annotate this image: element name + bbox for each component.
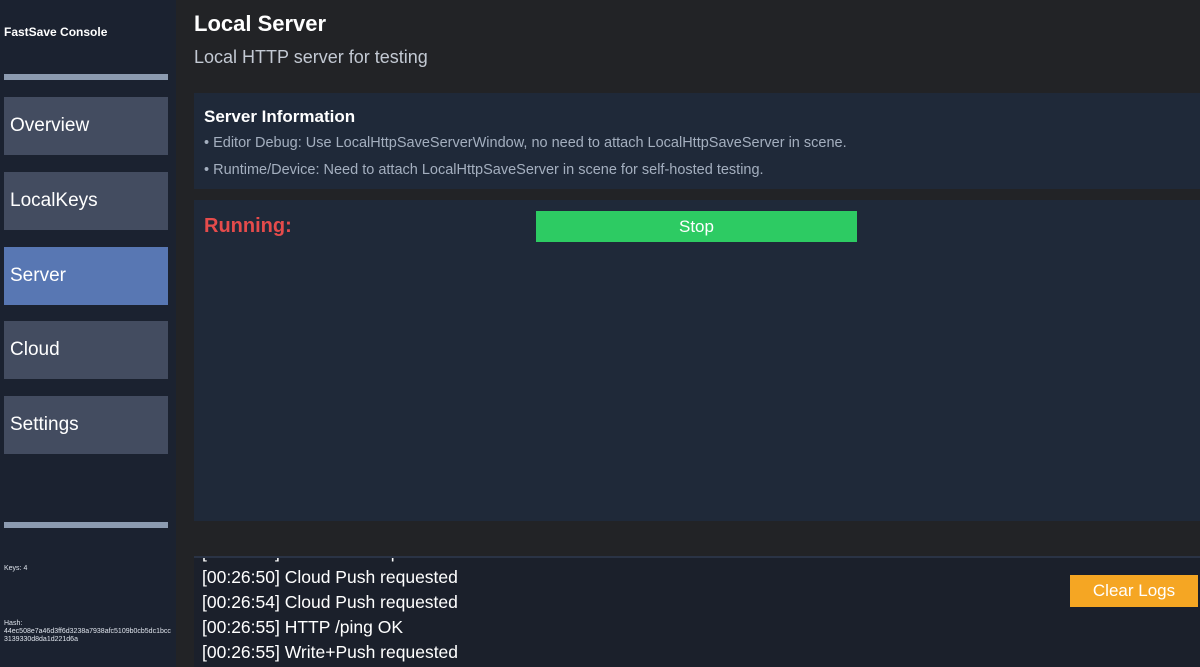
page-title: Local Server (194, 11, 327, 36)
keys-count: Keys: 4 (4, 565, 28, 572)
sidebar-divider-top (4, 74, 168, 80)
sidebar-item-label: Settings (10, 414, 79, 435)
sidebar-item-server[interactable]: Server (4, 247, 168, 305)
hash-value: Hash: 44ec508e7a46d3ff6d3238a7938afc5109… (4, 620, 171, 643)
sidebar-item-label: LocalKeys (10, 190, 98, 211)
log-line: [00:26:55] HTTP /ping OK (202, 617, 404, 637)
sidebar-item-settings[interactable]: Settings (4, 396, 168, 454)
main-content: Local Server Local HTTP server for testi… (176, 0, 1200, 667)
running-status-label: Running: (204, 215, 292, 237)
page-subtitle: Local HTTP server for testing (194, 47, 428, 67)
sidebar-divider-bottom (4, 522, 168, 528)
log-line: [00:26:47] Cloud Pull requested (202, 558, 458, 565)
info-line-runtime-device: • Runtime/Device: Need to attach LocalHt… (204, 162, 764, 178)
log-line: [00:26:50] Cloud Push requested (202, 567, 458, 587)
log-list: [00:26:47] Cloud Pull requested [00:26:5… (202, 558, 459, 665)
log-line: [00:26:55] Write+Push requested (202, 642, 459, 662)
sidebar-item-overview[interactable]: Overview (4, 97, 168, 155)
stop-button[interactable]: Stop (536, 211, 857, 242)
sidebar-item-cloud[interactable]: Cloud (4, 321, 168, 379)
sidebar: FastSave Console Overview LocalKeys Serv… (0, 0, 176, 667)
sidebar-item-localkeys[interactable]: LocalKeys (4, 172, 168, 230)
log-line: [00:26:54] Cloud Push requested (202, 592, 458, 612)
clear-logs-button[interactable]: Clear Logs (1070, 575, 1198, 607)
info-line-editor-debug: • Editor Debug: Use LocalHttpSaveServerW… (204, 135, 847, 151)
server-information-panel: Server Information • Editor Debug: Use L… (194, 93, 1200, 189)
sidebar-item-label: Overview (10, 115, 90, 136)
sidebar-item-label: Cloud (10, 339, 60, 360)
info-heading: Server Information (204, 107, 356, 126)
log-area[interactable]: [00:26:47] Cloud Pull requested [00:26:5… (194, 556, 1200, 667)
sidebar-item-label: Server (10, 265, 66, 286)
app-title: FastSave Console (4, 25, 108, 39)
server-control-panel: Running: Stop (194, 200, 1200, 521)
